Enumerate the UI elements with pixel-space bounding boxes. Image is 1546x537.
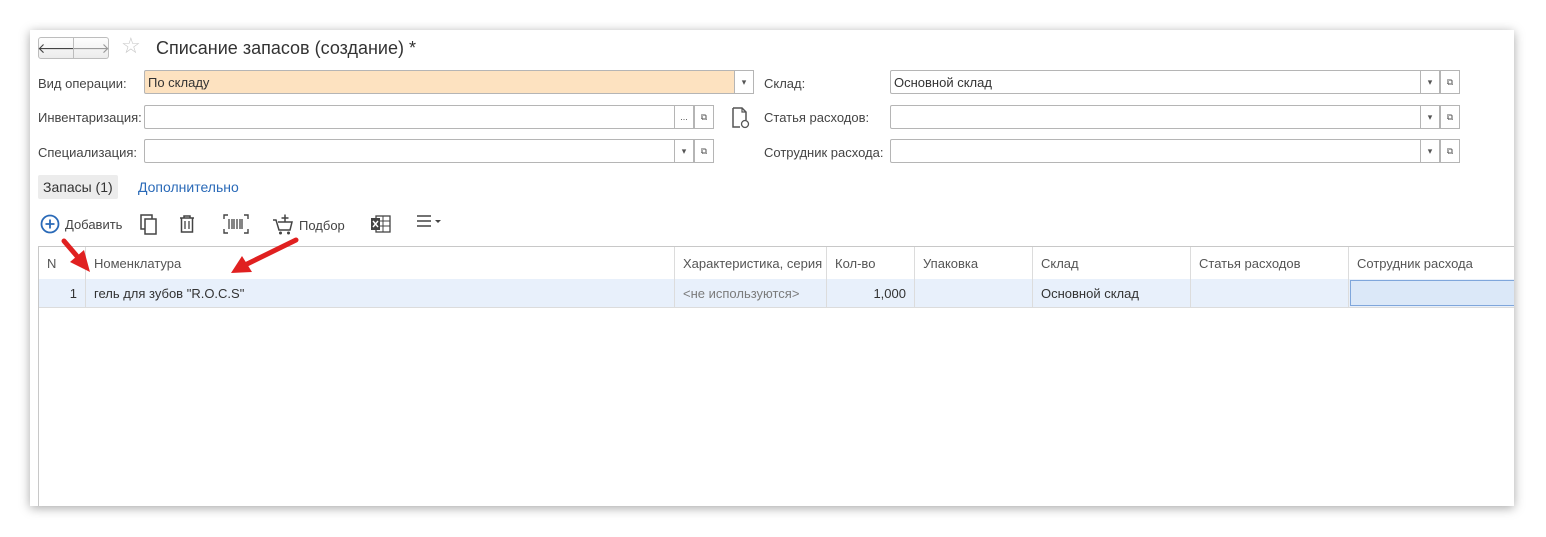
specialization-dropdown-button[interactable]: ▾ xyxy=(674,139,694,163)
specialization-label: Специализация: xyxy=(38,145,137,160)
more-menu-button[interactable] xyxy=(416,214,444,228)
specialization-field[interactable]: ▾ ⧉ xyxy=(144,139,714,163)
cell-employee[interactable] xyxy=(1350,280,1514,306)
col-employee[interactable]: Сотрудник расхода xyxy=(1349,247,1514,279)
nav-group: 🡐 🡒 xyxy=(37,37,110,59)
warehouse-label: Склад: xyxy=(764,76,806,91)
col-expense-item[interactable]: Статья расходов xyxy=(1191,247,1349,279)
inventory-open-button[interactable]: ⧉ xyxy=(694,105,714,129)
table-row[interactable]: 1 гель для зубов "R.O.C.S" <не использую… xyxy=(39,279,1514,308)
cell-package[interactable] xyxy=(915,279,1033,307)
warehouse-value: Основной склад xyxy=(894,75,992,90)
cell-n[interactable]: 1 xyxy=(39,279,86,307)
col-characteristic[interactable]: Характеристика, серия xyxy=(675,247,827,279)
col-package[interactable]: Упаковка xyxy=(915,247,1033,279)
forward-button[interactable]: 🡒 xyxy=(72,37,110,59)
arrow-left-icon: 🡐 xyxy=(37,39,75,56)
stocks-table: N Номенклатура Характеристика, серия Кол… xyxy=(38,246,1514,506)
chevron-down-icon: ▾ xyxy=(741,76,747,87)
menu-icon xyxy=(417,215,441,227)
cell-expense-item[interactable] xyxy=(1191,279,1349,307)
expense-item-open-button[interactable]: ⧉ xyxy=(1440,105,1460,129)
add-button-label: Добавить xyxy=(65,216,123,232)
expense-employee-dropdown-button[interactable]: ▾ xyxy=(1420,139,1440,163)
cart-plus-icon xyxy=(273,214,293,235)
barcode-button[interactable] xyxy=(223,214,249,234)
tab-additional[interactable]: Дополнительно xyxy=(138,179,239,195)
expense-item-field[interactable]: ▾ ⧉ xyxy=(890,105,1460,129)
open-window-icon: ⧉ xyxy=(1446,111,1454,122)
pick-button-label: Подбор xyxy=(299,217,345,233)
open-window-icon: ⧉ xyxy=(1446,76,1454,87)
chevron-down-icon: ▾ xyxy=(1427,145,1433,156)
delete-button[interactable] xyxy=(178,214,196,234)
chevron-down-icon: ▾ xyxy=(1427,76,1433,87)
trash-icon xyxy=(180,215,194,233)
document-window: 🡐 🡒 ☆ Списание запасов (создание) * Вид … xyxy=(30,30,1514,506)
operation-type-field[interactable]: По складу ▾ xyxy=(144,70,754,94)
back-button[interactable]: 🡐 xyxy=(37,37,75,59)
create-from-document-icon[interactable] xyxy=(730,107,750,129)
col-quantity[interactable]: Кол-во xyxy=(827,247,915,279)
expense-employee-open-button[interactable]: ⧉ xyxy=(1440,139,1460,163)
warehouse-open-button[interactable]: ⧉ xyxy=(1440,70,1460,94)
expense-employee-label: Сотрудник расхода: xyxy=(764,145,884,160)
cell-characteristic[interactable]: <не используются> xyxy=(675,279,827,307)
plus-circle-icon xyxy=(40,214,60,234)
cell-nomenclature[interactable]: гель для зубов "R.O.C.S" xyxy=(86,279,675,307)
warehouse-dropdown-button[interactable]: ▾ xyxy=(1420,70,1440,94)
expense-item-dropdown-button[interactable]: ▾ xyxy=(1420,105,1440,129)
open-window-icon: ⧉ xyxy=(700,145,708,156)
tab-stocks[interactable]: Запасы (1) xyxy=(38,175,118,199)
cell-warehouse[interactable]: Основной склад xyxy=(1033,279,1191,307)
add-button[interactable]: Добавить xyxy=(40,214,122,234)
copy-button[interactable] xyxy=(139,214,159,236)
operation-type-label: Вид операции: xyxy=(38,76,127,91)
ellipsis-icon: ... xyxy=(680,112,688,122)
barcode-icon xyxy=(223,214,249,234)
expense-employee-field[interactable]: ▾ ⧉ xyxy=(890,139,1460,163)
favorite-star-icon[interactable]: ☆ xyxy=(121,35,141,57)
page-title: Списание запасов (создание) * xyxy=(156,38,416,58)
table-header: N Номенклатура Характеристика, серия Кол… xyxy=(39,247,1514,280)
col-n[interactable]: N xyxy=(39,247,86,279)
operation-type-dropdown-button[interactable]: ▾ xyxy=(734,70,754,94)
operation-type-value: По складу xyxy=(148,75,210,90)
col-warehouse[interactable]: Склад xyxy=(1033,247,1191,279)
inventory-field[interactable]: ... ⧉ xyxy=(144,105,714,129)
col-nomenclature[interactable]: Номенклатура xyxy=(86,247,675,279)
arrow-right-icon: 🡒 xyxy=(72,39,110,56)
cell-quantity[interactable]: 1,000 xyxy=(827,279,915,307)
open-window-icon: ⧉ xyxy=(700,111,708,122)
excel-button[interactable] xyxy=(370,214,392,234)
specialization-open-button[interactable]: ⧉ xyxy=(694,139,714,163)
spreadsheet-icon xyxy=(371,215,391,233)
pick-button[interactable]: Подбор xyxy=(272,214,345,236)
warehouse-field[interactable]: Основной склад ▾ ⧉ xyxy=(890,70,1460,94)
chevron-down-icon: ▾ xyxy=(681,145,687,156)
expense-item-label: Статья расходов: xyxy=(764,110,870,125)
chevron-down-icon: ▾ xyxy=(1427,111,1433,122)
inventory-label: Инвентаризация: xyxy=(38,110,142,125)
open-window-icon: ⧉ xyxy=(1446,145,1454,156)
copy-icon xyxy=(140,214,157,235)
inventory-select-button[interactable]: ... xyxy=(674,105,694,129)
